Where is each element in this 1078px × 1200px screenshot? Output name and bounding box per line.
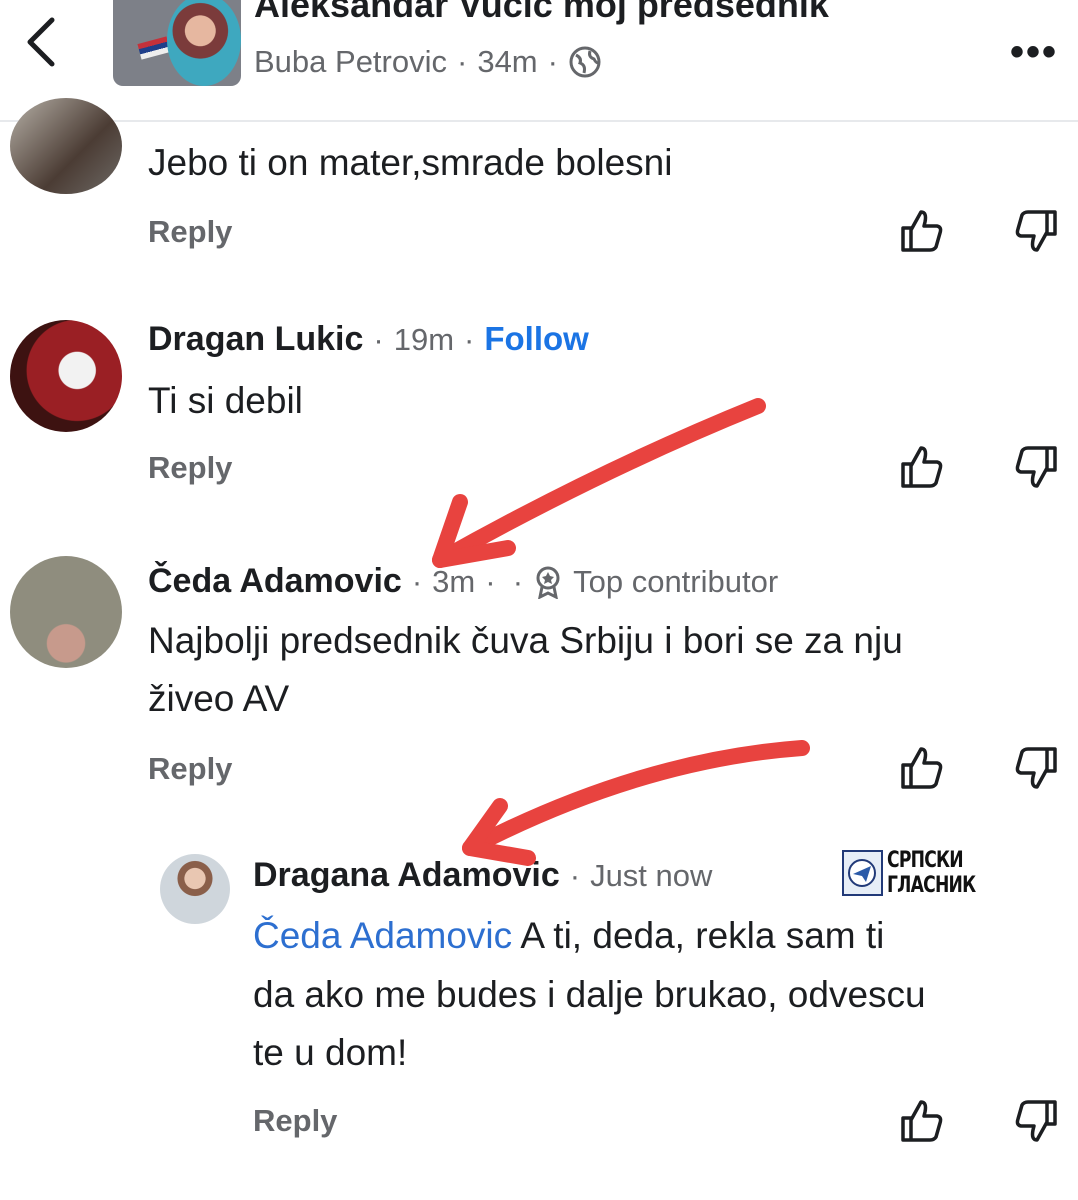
red-arrow-head-icon bbox=[462, 798, 536, 866]
commenter-avatar[interactable] bbox=[10, 320, 122, 432]
top-contributor-badge-icon bbox=[536, 566, 560, 599]
group-avatar[interactable] bbox=[113, 0, 241, 86]
commenter-avatar[interactable] bbox=[10, 556, 122, 668]
comment-header: Čeda Adamovic · 3m · · Top contributor bbox=[148, 562, 778, 601]
like-icon[interactable] bbox=[897, 206, 945, 254]
reply-button[interactable]: Reply bbox=[148, 214, 232, 250]
like-icon[interactable] bbox=[897, 1096, 945, 1144]
comment-time: 19m bbox=[393, 322, 455, 357]
newspaper-logo-icon bbox=[842, 850, 883, 896]
comment-text-line: živeo AV bbox=[148, 678, 290, 719]
comment-text: A ti, deda, rekla sam ti bbox=[512, 915, 885, 956]
comment-text-line: da ako me budes i dalje brukao, odvescu bbox=[253, 974, 926, 1015]
red-arrow-icon bbox=[462, 740, 810, 856]
comment-text: Jebo ti on mater,smrade bolesni bbox=[148, 142, 673, 183]
back-icon[interactable] bbox=[18, 14, 68, 70]
more-icon[interactable]: ••• bbox=[1010, 30, 1058, 75]
separator-dot: · bbox=[464, 322, 475, 357]
separator-dot: · bbox=[547, 44, 558, 79]
globe-icon bbox=[569, 46, 601, 78]
like-icon[interactable] bbox=[897, 442, 945, 490]
comment-text-line: Najbolji predsednik čuva Srbiju i bori s… bbox=[148, 620, 903, 661]
commenter-avatar[interactable] bbox=[160, 854, 230, 924]
red-arrow-icon bbox=[432, 398, 766, 568]
dislike-icon[interactable] bbox=[1013, 208, 1061, 256]
separator-dot: · bbox=[411, 563, 423, 599]
reply-button[interactable]: Reply bbox=[253, 1103, 337, 1139]
comment-header: Dragana Adamovic · Just now bbox=[253, 856, 712, 895]
commenter-name[interactable]: Dragan Lukic bbox=[148, 320, 363, 359]
dislike-icon[interactable] bbox=[1013, 745, 1061, 793]
separator-dot: · bbox=[569, 858, 581, 893]
comment-text: Ti si debil bbox=[148, 380, 303, 421]
separator-dot: · bbox=[373, 322, 384, 357]
commenter-name[interactable]: Dragana Adamovic bbox=[253, 856, 560, 895]
reply-button[interactable]: Reply bbox=[148, 751, 232, 787]
post-header: Aleksandar Vucic moj predsednik Buba Pet… bbox=[0, 0, 1078, 122]
comment-header: Dragan Lukic · 19m · Follow bbox=[148, 320, 589, 359]
watermark-text: СРПСКИ ГЛАСНИК bbox=[886, 848, 976, 898]
post-meta: Buba Petrovic · 34m · bbox=[254, 44, 602, 80]
comment-time: 3m bbox=[432, 563, 476, 599]
dislike-icon[interactable] bbox=[1013, 1098, 1061, 1146]
comment-text-line: Čeda Adamovic A ti, deda, rekla sam ti bbox=[253, 907, 884, 964]
follow-button[interactable]: Follow bbox=[484, 320, 588, 358]
watermark-logo: СРПСКИ ГЛАСНИК bbox=[842, 848, 1078, 898]
flag-image bbox=[137, 36, 171, 60]
group-title[interactable]: Aleksandar Vucic moj predsednik bbox=[254, 0, 829, 26]
red-arrow-head-icon bbox=[432, 494, 516, 568]
reply-button[interactable]: Reply bbox=[148, 450, 232, 486]
top-contributor-badge: Top contributor bbox=[573, 563, 779, 599]
separator-dot: · bbox=[457, 44, 468, 79]
commenter-name[interactable]: Čeda Adamovic bbox=[148, 562, 402, 601]
mention-link[interactable]: Čeda Adamovic bbox=[253, 915, 512, 956]
post-time: 34m bbox=[477, 44, 538, 79]
comment-text-line: te u dom! bbox=[253, 1032, 408, 1073]
profile-photo bbox=[167, 0, 241, 86]
author-name[interactable]: Buba Petrovic bbox=[254, 44, 447, 80]
like-icon[interactable] bbox=[897, 743, 945, 791]
comment-time: Just now bbox=[590, 858, 713, 893]
commenter-avatar[interactable] bbox=[10, 98, 122, 194]
dislike-icon[interactable] bbox=[1013, 444, 1061, 492]
separator-dot: · · bbox=[485, 563, 524, 599]
